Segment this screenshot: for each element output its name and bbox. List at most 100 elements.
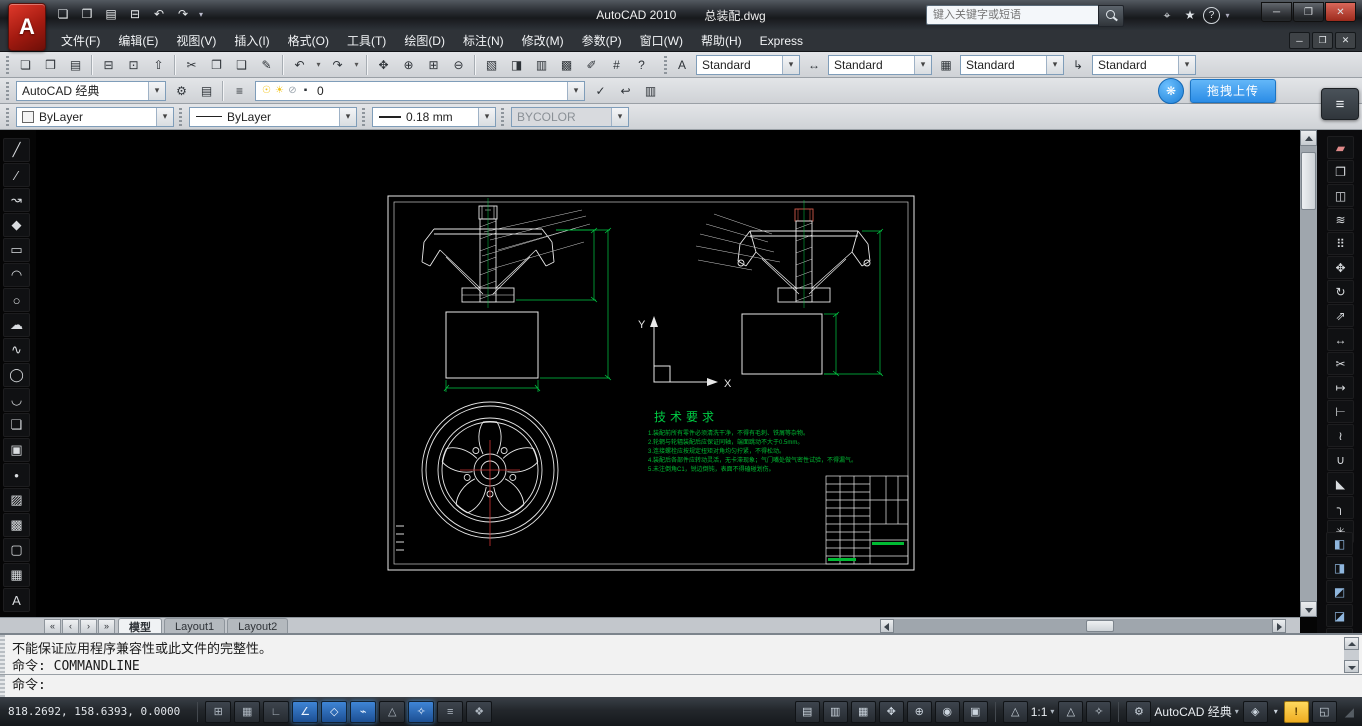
command-window[interactable]: 不能保证应用程序兼容性或此文件的完整性。 命令: COMMANDLINE 命令: (0, 633, 1362, 697)
rotate-tool[interactable]: ↻ (1327, 280, 1354, 303)
table-style-combo[interactable]: Standard (960, 54, 1064, 75)
qp-toggle[interactable]: ❖ (466, 700, 493, 723)
match-properties-icon[interactable]: ✎ (255, 53, 278, 76)
chevron-down-icon[interactable] (1046, 55, 1063, 74)
lineweight-combo[interactable]: 0.18 mm (372, 106, 496, 127)
toolbar-grip[interactable] (501, 107, 504, 126)
help-icon[interactable]: ? (1203, 6, 1220, 24)
annotation-scale-value[interactable]: 1:1 (1031, 705, 1048, 719)
doc-minimize-button[interactable]: ─ (1289, 32, 1310, 49)
circle-tool[interactable]: ○ (3, 288, 30, 312)
multileader-style-combo[interactable]: Standard (1092, 54, 1196, 75)
toolbar-grip[interactable] (179, 107, 182, 126)
workspace-switch-gear-icon[interactable]: ⚙ (1126, 700, 1152, 723)
insert-block-tool[interactable]: ❏ (3, 413, 30, 437)
publish-icon[interactable]: ⇧ (147, 53, 170, 76)
polyline-tool[interactable]: ↝ (3, 188, 30, 212)
redo-icon[interactable]: ↷ (326, 53, 349, 76)
point-tool[interactable]: • (3, 463, 30, 487)
layer-states-icon[interactable]: ▥ (639, 79, 662, 102)
qat-open-icon[interactable]: ❒ (76, 4, 98, 24)
coordinate-readout[interactable]: 818.2692, 158.6393, 0.0000 (8, 705, 180, 718)
menu-format[interactable]: 格式(O) (279, 30, 338, 51)
redo-caret-icon[interactable]: ▾ (351, 53, 362, 76)
break-at-point-tool[interactable]: ⊢ (1327, 400, 1354, 423)
draworder-front-icon[interactable]: ◧ (1326, 532, 1353, 555)
paste-icon[interactable]: ❑ (230, 53, 253, 76)
menu-express[interactable]: Express (751, 30, 812, 51)
horizontal-scrollbar-thumb[interactable] (1086, 620, 1114, 632)
zoom-button[interactable]: ⊕ (906, 700, 932, 723)
grid-toggle[interactable]: ▦ (234, 700, 261, 723)
cut-icon[interactable]: ✂ (180, 53, 203, 76)
application-menu-button[interactable]: A (8, 3, 46, 51)
close-button[interactable]: ✕ (1325, 2, 1356, 22)
multileader-style-icon[interactable]: ↳ (1067, 54, 1089, 75)
sheet-set-manager-icon[interactable]: ▩ (555, 53, 578, 76)
ortho-toggle[interactable]: ∟ (263, 700, 290, 723)
qat-caret-icon[interactable]: ▾ (196, 4, 206, 24)
menu-view[interactable]: 视图(V) (167, 30, 225, 51)
show-motion-button[interactable]: ▣ (962, 700, 988, 723)
revision-cloud-tool[interactable]: ☁ (3, 313, 30, 337)
chamfer-tool[interactable]: ◣ (1327, 472, 1354, 495)
tab-model[interactable]: 模型 (118, 618, 162, 634)
plot-icon[interactable]: ⊟ (97, 53, 120, 76)
new-icon[interactable]: ❏ (14, 53, 37, 76)
vertical-scrollbar[interactable] (1300, 130, 1317, 617)
rectangle-tool[interactable]: ▭ (3, 238, 30, 262)
scroll-up-icon[interactable] (1344, 637, 1359, 650)
vertical-scrollbar-thumb[interactable] (1301, 152, 1316, 210)
search-icon[interactable] (1098, 5, 1124, 27)
help-caret-icon[interactable]: ▾ (1223, 5, 1232, 25)
layer-previous-icon[interactable]: ↩ (614, 79, 637, 102)
quick-calc-icon[interactable]: # (605, 53, 628, 76)
first-tab-button[interactable]: « (44, 618, 61, 634)
draworder-back-icon[interactable]: ◨ (1326, 556, 1353, 579)
menu-help[interactable]: 帮助(H) (692, 30, 751, 51)
qat-new-icon[interactable]: ❏ (52, 4, 74, 24)
pan-button[interactable]: ✥ (878, 700, 904, 723)
lwt-toggle[interactable]: ≡ (437, 700, 464, 723)
model-space-button[interactable]: ▤ (794, 700, 820, 723)
scroll-left-icon[interactable] (880, 619, 894, 633)
stretch-tool[interactable]: ↔ (1327, 328, 1354, 351)
chevron-down-icon[interactable] (156, 107, 173, 126)
resize-grip[interactable]: ◢ (1345, 705, 1354, 719)
model-space-canvas[interactable]: Y X 技术要求 1.装配前所有零件必须清洗干净，不得有毛刺、铁屑等杂物。 2.… (36, 130, 1300, 617)
make-block-tool[interactable]: ▣ (3, 438, 30, 462)
save-icon[interactable]: ▤ (64, 53, 87, 76)
join-tool[interactable]: ∪ (1327, 448, 1354, 471)
quick-view-layouts-button[interactable]: ▥ (822, 700, 848, 723)
infocenter-search-input[interactable] (926, 5, 1098, 25)
color-combo[interactable]: ByLayer (16, 106, 174, 127)
zoom-window-icon[interactable]: ⊞ (422, 53, 445, 76)
workspace-settings-icon[interactable]: ⚙ (170, 79, 193, 102)
mtext-tool[interactable]: A (3, 588, 30, 612)
command-input-line[interactable]: 命令: (12, 674, 46, 693)
help-question-icon[interactable]: ? (630, 53, 653, 76)
menu-edit[interactable]: 编辑(E) (109, 30, 167, 51)
toolbar-grip[interactable] (664, 55, 667, 74)
scroll-down-icon[interactable] (1344, 660, 1359, 673)
make-object-layer-current-icon[interactable]: ✓ (589, 79, 612, 102)
polygon-tool[interactable]: ◆ (3, 213, 30, 237)
steering-wheel-button[interactable]: ◉ (934, 700, 960, 723)
clean-screen-icon[interactable]: ◱ (1311, 700, 1337, 723)
undo-caret-icon[interactable]: ▾ (313, 53, 324, 76)
hatch-tool[interactable]: ▨ (3, 488, 30, 512)
line-tool[interactable]: ╱ (3, 138, 30, 162)
trim-tool[interactable]: ✂ (1327, 352, 1354, 375)
osnap-toggle[interactable]: ◇ (321, 700, 348, 723)
minimize-button[interactable]: ─ (1261, 2, 1292, 22)
open-icon[interactable]: ❒ (39, 53, 62, 76)
text-style-combo[interactable]: Standard (696, 54, 800, 75)
annotation-scale-icon[interactable]: △ (1002, 700, 1028, 723)
chevron-down-icon[interactable] (339, 107, 356, 126)
qat-plot-icon[interactable]: ⊟ (124, 4, 146, 24)
toolbar-grip[interactable] (6, 107, 9, 126)
erase-tool[interactable]: ▰ (1327, 136, 1354, 159)
quick-view-drawings-button[interactable]: ▦ (850, 700, 876, 723)
favorites-icon[interactable]: ★ (1180, 5, 1200, 25)
dyn-toggle[interactable]: ✧ (408, 700, 435, 723)
